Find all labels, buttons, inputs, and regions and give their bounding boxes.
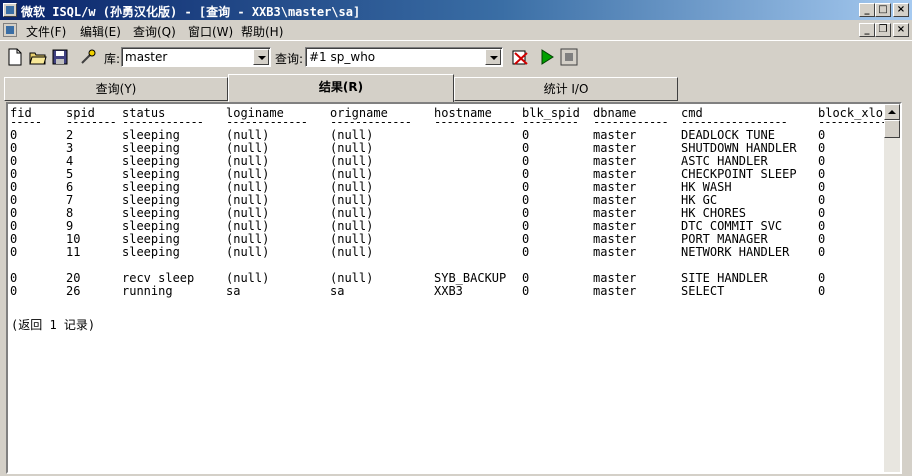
header-separator-dashes: -----------	[818, 115, 887, 129]
mdi-minimize-button[interactable]: _	[859, 23, 875, 37]
menu-edit[interactable]: 编辑(E)	[80, 23, 121, 40]
database-value: master	[125, 50, 168, 64]
table-cell-status: running	[122, 284, 173, 298]
chevron-down-icon[interactable]	[253, 49, 269, 65]
maximize-button[interactable]: □	[875, 3, 891, 17]
header-separator-dashes: -------------	[434, 115, 516, 129]
minimize-button[interactable]: _	[859, 3, 875, 17]
table-cell-block-xlo: 0	[818, 284, 826, 298]
menu-window[interactable]: 窗口(W)	[188, 23, 233, 40]
table-cell-dbname: master	[593, 284, 637, 298]
vertical-scrollbar[interactable]	[884, 104, 900, 472]
scroll-thumb[interactable]	[884, 120, 900, 138]
query-select[interactable]: #1 sp_who	[305, 47, 503, 67]
document-icon[interactable]	[3, 23, 17, 37]
mdi-restore-button[interactable]: ❐	[875, 23, 891, 37]
rows-returned-text: (返回 1 记录)	[11, 318, 96, 332]
table-cell-cmd: SELECT	[681, 284, 725, 298]
header-separator-dashes: ---------	[522, 115, 579, 129]
table-cell-spid: 26	[66, 284, 81, 298]
query-value: #1 sp_who	[309, 50, 376, 64]
chevron-down-icon[interactable]	[485, 49, 501, 65]
database-select[interactable]: master	[121, 47, 271, 67]
tab-query[interactable]: 查询(Y)	[4, 77, 228, 101]
mdi-close-button[interactable]: ×	[893, 23, 909, 37]
window-title: 微软 ISQL/w (孙勇汉化版) - [查询 - XXB3\master\sa…	[21, 5, 361, 19]
title-bar: 微软 ISQL/w (孙勇汉化版) - [查询 - XXB3\master\sa…	[0, 0, 912, 20]
cancel-query-icon[interactable]	[509, 46, 531, 68]
tab-statistics-io[interactable]: 统计 I/O	[454, 77, 678, 101]
table-cell-blk-spid: 0	[522, 284, 530, 298]
menu-help[interactable]: 帮助(H)	[241, 23, 283, 40]
scroll-up-icon[interactable]	[884, 104, 900, 120]
db-label: 库:	[104, 52, 121, 66]
open-folder-icon[interactable]	[27, 46, 49, 68]
stop-icon[interactable]	[558, 46, 580, 68]
app-icon[interactable]	[3, 3, 17, 17]
tab-bar: 查询(Y) 结果(R) 统计 I/O	[0, 74, 912, 102]
save-icon[interactable]	[49, 46, 71, 68]
execute-icon[interactable]	[536, 46, 558, 68]
close-button[interactable]: ×	[893, 3, 909, 17]
toolbar: 库: master 查询: #1 sp_who	[0, 40, 912, 72]
table-cell-origname: sa	[330, 284, 345, 298]
table-cell-fid: 0	[10, 284, 18, 298]
header-separator-dashes: --------	[66, 115, 117, 129]
table-cell-loginame: sa	[226, 284, 241, 298]
query-label: 查询:	[275, 52, 304, 66]
new-doc-icon[interactable]	[4, 46, 26, 68]
wand-icon[interactable]	[77, 46, 99, 68]
menu-file[interactable]: 文件(F)	[26, 23, 66, 40]
results-pane[interactable]: fid spid status loginame origname hostname blk…	[6, 102, 902, 474]
menu-bar: 文件(F) 编辑(E) 查询(Q) 窗口(W) 帮助(H) _ ❐ ×	[0, 20, 912, 40]
tab-results[interactable]: 结果(R)	[228, 74, 454, 102]
table-cell-hostname: XXB3	[434, 284, 463, 298]
menu-query[interactable]: 查询(Q)	[133, 23, 176, 40]
